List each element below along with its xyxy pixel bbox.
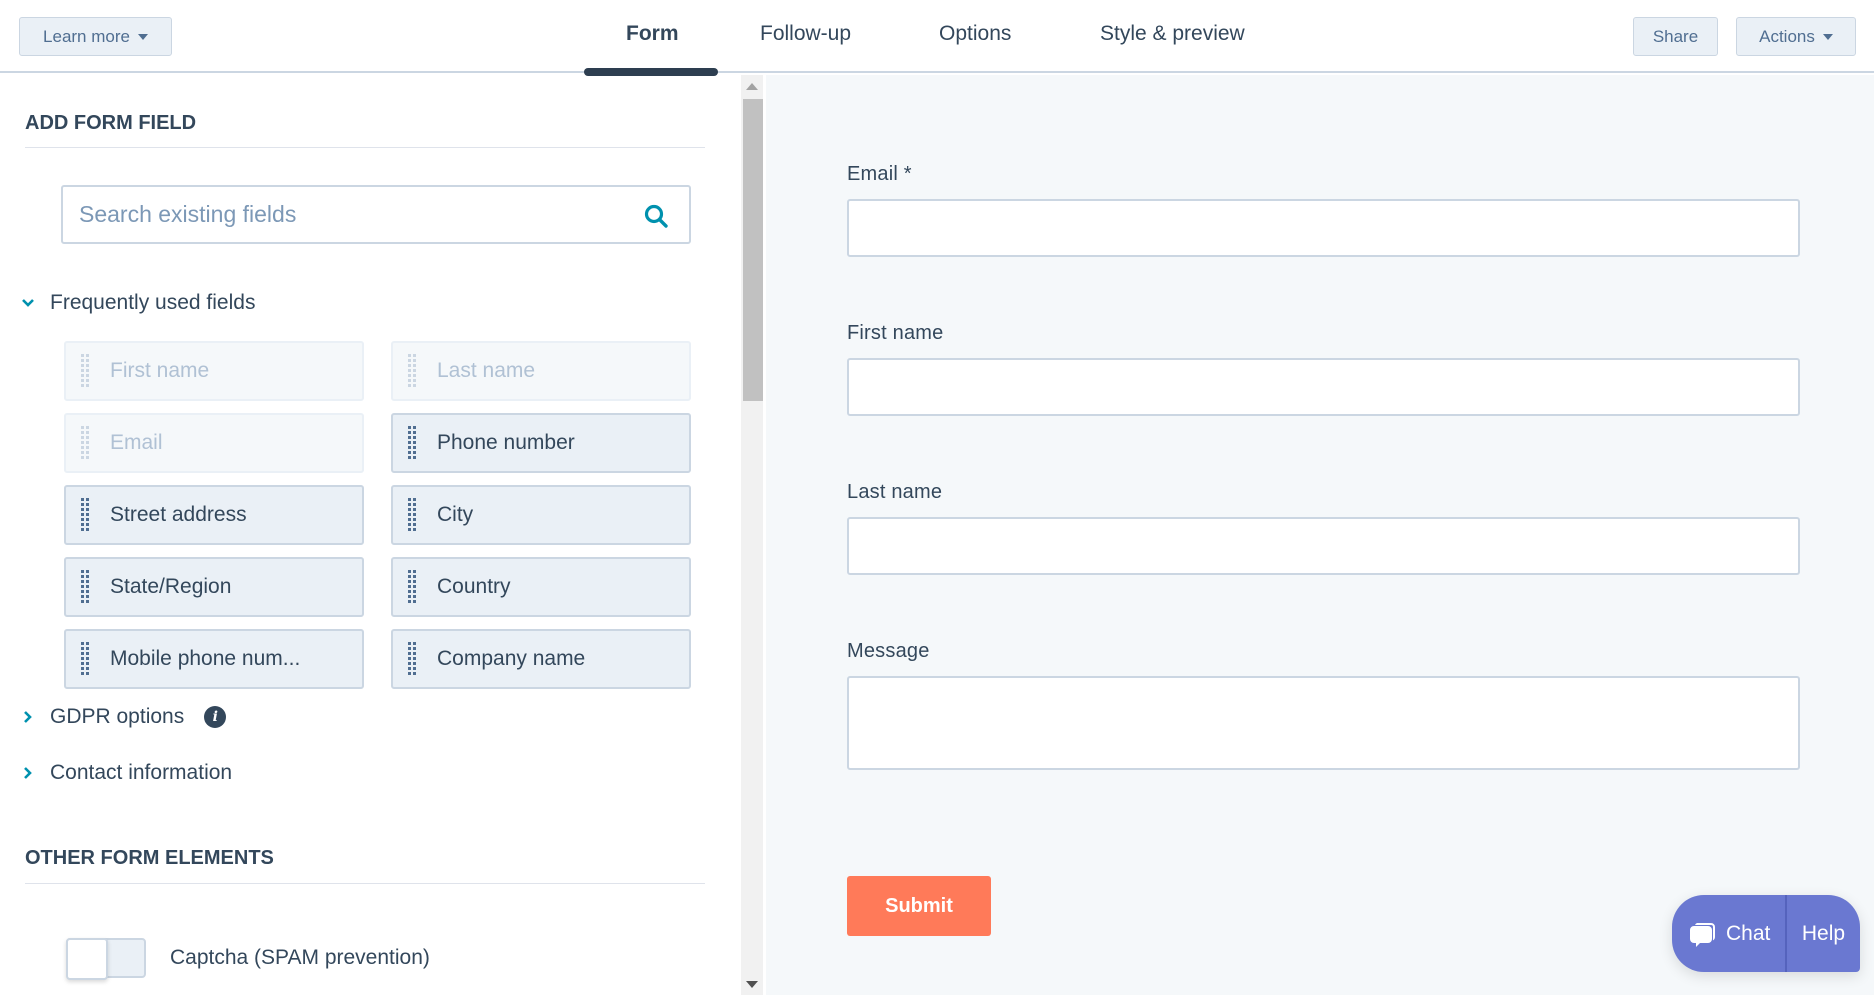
frequently-used-fields-label: Frequently used fields	[50, 291, 256, 314]
drag-handle-icon[interactable]	[408, 498, 416, 532]
other-form-elements-heading: OTHER FORM ELEMENTS	[25, 847, 274, 869]
search-icon[interactable]	[643, 203, 669, 229]
email-input[interactable]	[847, 199, 1800, 257]
toggle-knob	[66, 938, 108, 980]
help-label: Help	[1801, 921, 1846, 945]
field-chip-label: Mobile phone num...	[110, 647, 301, 670]
field-chip-label: Street address	[110, 503, 247, 526]
search-fields-input[interactable]	[79, 201, 619, 228]
message-textarea[interactable]	[847, 676, 1800, 770]
captcha-row: Captcha (SPAM prevention)	[66, 938, 430, 980]
scrollbar-thumb[interactable]	[743, 99, 763, 401]
tab-follow-up[interactable]: Follow-up	[760, 22, 851, 46]
submit-button[interactable]: Submit	[847, 876, 991, 936]
active-tab-indicator	[584, 68, 718, 76]
field-chip-company-name[interactable]: Company name	[391, 629, 691, 689]
first-name-input[interactable]	[847, 358, 1800, 416]
field-chip-phone-number[interactable]: Phone number	[391, 413, 691, 473]
drag-handle-icon	[81, 354, 89, 388]
learn-more-dropdown[interactable]: Learn more	[19, 17, 172, 56]
tab-form[interactable]: Form	[626, 22, 679, 46]
first-name-label: First name	[847, 322, 944, 344]
contact-information-toggle[interactable]: Contact information	[20, 761, 232, 785]
field-chip-city[interactable]: City	[391, 485, 691, 545]
field-chip-country[interactable]: Country	[391, 557, 691, 617]
field-chip-first-name: First name	[64, 341, 364, 401]
search-fields-box[interactable]	[61, 185, 691, 244]
field-chip-street-address[interactable]: Street address	[64, 485, 364, 545]
help-button[interactable]: Help	[1787, 922, 1860, 946]
drag-handle-icon	[81, 426, 89, 460]
field-chip-label: Company name	[437, 647, 586, 670]
section-divider	[25, 147, 705, 148]
field-chip-label: Email	[110, 431, 163, 454]
info-icon[interactable]: i	[204, 706, 227, 728]
contact-information-label: Contact information	[50, 761, 233, 784]
gdpr-options-toggle[interactable]: GDPR options i	[20, 705, 227, 729]
last-name-label: Last name	[847, 481, 943, 503]
add-form-field-heading: ADD FORM FIELD	[25, 112, 197, 134]
gdpr-options-label: GDPR options	[50, 705, 185, 728]
field-chip-last-name: Last name	[391, 341, 691, 401]
captcha-label: Captcha (SPAM prevention)	[170, 946, 430, 969]
field-chip-label: Country	[437, 575, 511, 598]
field-chip-label: First name	[110, 359, 210, 382]
chevron-right-icon	[24, 711, 32, 723]
scroll-down-arrow-icon[interactable]	[741, 973, 763, 995]
caret-down-icon	[137, 33, 148, 40]
left-panel-scrollbar[interactable]	[741, 75, 763, 995]
field-chip-label: City	[437, 503, 474, 526]
chat-bubble-icon	[1690, 922, 1715, 947]
drag-handle-icon[interactable]	[408, 570, 416, 604]
drag-handle-icon[interactable]	[408, 426, 416, 460]
chat-label: Chat	[1726, 921, 1771, 945]
actions-label: Actions	[1759, 26, 1815, 46]
last-name-input[interactable]	[847, 517, 1800, 575]
field-chip-email: Email	[64, 413, 364, 473]
form-preview: Email * First name Last name Message Sub…	[766, 75, 1874, 995]
chevron-right-icon	[24, 767, 32, 779]
learn-more-label: Learn more	[43, 26, 130, 46]
frequently-used-fields-toggle[interactable]: Frequently used fields	[20, 291, 255, 315]
message-label: Message	[847, 640, 930, 662]
caret-down-icon	[1822, 33, 1833, 40]
section-divider	[25, 883, 705, 884]
field-chip-label: State/Region	[110, 575, 232, 598]
drag-handle-icon	[408, 354, 416, 388]
drag-handle-icon[interactable]	[81, 570, 89, 604]
captcha-toggle[interactable]	[66, 938, 146, 980]
drag-handle-icon[interactable]	[81, 498, 89, 532]
add-form-field-panel: ADD FORM FIELD Frequently used fields Fi…	[0, 75, 741, 995]
field-chip-label: Phone number	[437, 431, 575, 454]
actions-dropdown[interactable]: Actions	[1736, 17, 1856, 56]
field-chip-mobile-phone-number[interactable]: Mobile phone num...	[64, 629, 364, 689]
chat-button[interactable]: Chat	[1672, 895, 1785, 972]
top-header: Learn more Form Follow-up Options Style …	[0, 0, 1874, 73]
share-button[interactable]: Share	[1633, 17, 1718, 56]
drag-handle-icon[interactable]	[408, 642, 416, 676]
chat-help-widget: Chat Help	[1672, 895, 1860, 972]
field-chip-state-region[interactable]: State/Region	[64, 557, 364, 617]
drag-handle-icon[interactable]	[81, 642, 89, 676]
share-label: Share	[1652, 26, 1699, 46]
chevron-down-icon	[22, 299, 34, 307]
tab-style-preview[interactable]: Style & preview	[1100, 22, 1245, 46]
tab-options[interactable]: Options	[939, 22, 1011, 46]
scroll-up-arrow-icon[interactable]	[741, 75, 763, 97]
email-label: Email *	[847, 163, 912, 185]
field-chip-label: Last name	[437, 359, 536, 382]
